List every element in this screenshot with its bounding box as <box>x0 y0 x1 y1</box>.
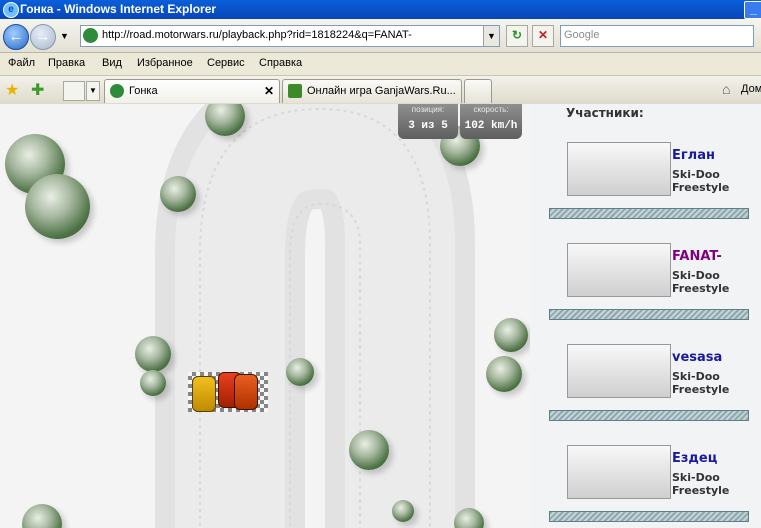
snowmobile-orange <box>234 374 258 410</box>
snowy-tree <box>392 500 414 522</box>
menu-tools[interactable]: Сервис <box>207 57 245 69</box>
address-url: http://road.motorwars.ru/playback.php?ri… <box>102 29 412 41</box>
racer-name[interactable]: Ездец <box>672 451 717 466</box>
menu-file[interactable]: Файл <box>8 57 35 69</box>
window-titlebar: e Гонка - Windows Internet Explorer _ <box>0 0 761 19</box>
history-dropdown-icon[interactable]: ▼ <box>60 31 69 41</box>
tab-close-icon[interactable]: ✕ <box>264 84 274 98</box>
speed-hud: скорость: 102 km/h <box>460 104 522 139</box>
snowy-tree <box>494 318 528 352</box>
snowy-tree <box>486 356 522 392</box>
snowy-tree <box>349 430 389 470</box>
snowy-tree <box>25 174 90 239</box>
address-bar[interactable]: http://road.motorwars.ru/playback.php?ri… <box>80 25 500 47</box>
participants-panel: Участники: Еглан Ski-Doo Freestyle FANAT… <box>530 104 761 528</box>
stop-button[interactable]: ✕ <box>532 25 554 47</box>
forward-button[interactable]: → <box>30 24 56 50</box>
speed-caption: скорость: <box>473 105 509 114</box>
racer-progress-bar <box>549 208 749 219</box>
tab-race-favicon-icon <box>110 84 124 98</box>
ie-logo-icon: e <box>3 2 19 18</box>
menu-view[interactable]: Вид <box>102 57 122 69</box>
search-placeholder: Google <box>564 29 600 41</box>
snowy-tree <box>160 176 196 212</box>
racer-name[interactable]: Еглан <box>672 148 715 163</box>
menu-favorites[interactable]: Избранное <box>137 57 193 69</box>
position-caption: позиция: <box>411 105 445 114</box>
address-dropdown-icon[interactable]: ▼ <box>483 26 499 46</box>
racer-progress-bar <box>549 410 749 421</box>
participants-heading: Участники: <box>566 106 644 120</box>
racer-snowmobile-image <box>567 445 671 499</box>
site-favicon-icon <box>83 28 98 43</box>
racer-model-line1: Ski-Doo <box>672 168 720 181</box>
position-hud: позиция: 3 из 5 <box>398 104 458 139</box>
home-icon[interactable]: ⌂ <box>722 81 730 97</box>
snowy-tree <box>135 336 171 372</box>
racer-model-line2: Freestyle <box>672 484 730 497</box>
address-toolbar: ← → ▼ http://road.motorwars.ru/playback.… <box>0 19 761 53</box>
race-track-view[interactable]: позиция: 3 из 5 скорость: 102 km/h <box>0 104 530 528</box>
racer-name[interactable]: FANAT- <box>672 249 722 264</box>
search-box[interactable]: Google <box>560 25 754 47</box>
speed-value: 102 km/h <box>464 120 518 132</box>
home-label[interactable]: Дом <box>741 83 761 95</box>
racer-model-line2: Freestyle <box>672 282 730 295</box>
racer-model-line2: Freestyle <box>672 181 730 194</box>
tab-ganjawars-label: Онлайн игра GanjaWars.Ru... <box>307 85 456 97</box>
racer-model-line1: Ski-Doo <box>672 269 720 282</box>
tab-race-label: Гонка <box>129 85 158 97</box>
tab-race[interactable]: Гонка ✕ <box>104 79 280 103</box>
snowy-tree <box>286 358 314 386</box>
racer-snowmobile-image <box>567 243 671 297</box>
racer-snowmobile-image <box>567 142 671 196</box>
back-button[interactable]: ← <box>3 24 29 50</box>
tab-ganjawars-favicon-icon <box>288 84 302 98</box>
new-tab-button[interactable] <box>464 79 492 103</box>
tab-list-dropdown-icon[interactable]: ▼ <box>86 81 100 101</box>
menu-help[interactable]: Справка <box>259 57 302 69</box>
menu-edit[interactable]: Правка <box>48 57 85 69</box>
favorites-star-icon[interactable]: ★ <box>5 80 19 100</box>
racer-model-line1: Ski-Doo <box>672 370 720 383</box>
add-favorite-icon[interactable]: ✚ <box>31 80 44 100</box>
position-value: 3 из 5 <box>408 120 448 132</box>
racer-model-line1: Ski-Doo <box>672 471 720 484</box>
snowy-tree <box>140 370 166 396</box>
minimize-button[interactable]: _ <box>744 1 761 19</box>
racer-snowmobile-image <box>567 344 671 398</box>
menu-bar: Файл Правка Вид Избранное Сервис Справка <box>0 53 761 76</box>
snowmobile-yellow <box>192 376 216 412</box>
racer-progress-bar <box>549 309 749 320</box>
snow-track <box>155 104 475 528</box>
racer-name[interactable]: vesasa <box>672 350 722 365</box>
racer-model-line2: Freestyle <box>672 383 730 396</box>
refresh-button[interactable]: ↻ <box>506 25 528 47</box>
tab-bar: ★ ✚ ▼ Гонка ✕ Онлайн игра GanjaWars.Ru..… <box>0 76 761 105</box>
window-title: Гонка - Windows Internet Explorer <box>20 2 217 16</box>
tab-ganjawars[interactable]: Онлайн игра GanjaWars.Ru... <box>282 79 462 103</box>
racer-progress-bar <box>549 511 749 522</box>
quick-tabs-icon[interactable] <box>63 81 85 101</box>
